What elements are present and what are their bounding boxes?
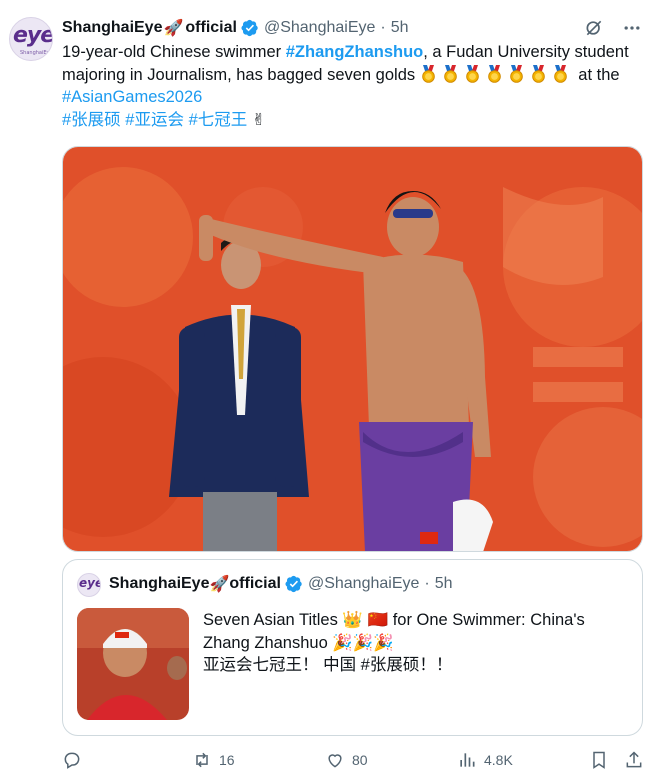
avatar-subtext: ShanghaiEye (20, 50, 53, 56)
hashtag-asian-games-cn[interactable]: #亚运会 (125, 111, 184, 129)
quoted-avatar-logo-text: eye (79, 576, 101, 590)
quoted-tweet-timestamp[interactable]: 5h (435, 575, 453, 593)
rocket-icon: 🚀 (209, 576, 230, 593)
like-button[interactable]: 80 (325, 748, 368, 772)
hashtag-asiangames2026[interactable]: #AsianGames2026 (62, 88, 202, 106)
quoted-tweet-text: Seven Asian Titles 👑 🇨🇳 for One Swimmer:… (203, 609, 623, 677)
quoted-author-handle[interactable]: @ShanghaiEye (308, 575, 419, 593)
retweet-button[interactable]: 16 (192, 748, 235, 772)
reply-button[interactable] (62, 748, 89, 772)
author-name[interactable]: ShanghaiEye (62, 19, 162, 37)
medal-icon (487, 64, 501, 83)
medal-icon (443, 64, 457, 83)
medal-icon (509, 64, 523, 83)
verified-badge-icon (241, 19, 258, 37)
view-count: 4.8K (484, 752, 513, 768)
tweet-top-actions (584, 18, 642, 38)
quoted-tweet[interactable]: eye ShanghaiEye 🚀 official @ShanghaiEye … (62, 559, 643, 736)
rocket-icon: 🚀 (163, 20, 184, 37)
author-name-suffix[interactable]: official (185, 19, 237, 37)
quoted-tweet-thumbnail[interactable] (77, 608, 189, 720)
crown-icon: 👑 (342, 611, 363, 629)
quoted-text-line2b: ！！ (419, 656, 453, 674)
more-icon[interactable] (622, 18, 642, 38)
share-button[interactable] (624, 748, 644, 772)
like-count: 80 (352, 752, 368, 768)
medal-icon (465, 64, 479, 83)
swimmer-photo (63, 147, 642, 551)
like-icon (328, 754, 342, 768)
header-separator: · (380, 19, 386, 36)
hashtag-zhangzhanshuo-cn[interactable]: #张展硕 (62, 111, 121, 129)
bookmark-icon (593, 751, 605, 769)
hashtag-zhangzhanshuo[interactable]: #ZhangZhanshuo (286, 43, 424, 61)
views-button[interactable]: 4.8K (457, 748, 513, 772)
tweet-text: 19-year-old Chinese swimmer #ZhangZhansh… (62, 41, 648, 131)
author-avatar[interactable]: eye ShanghaiEye (9, 17, 53, 61)
tweet-header: ShanghaiEye 🚀 official @ShanghaiEye · 5h (62, 17, 409, 39)
quoted-author-avatar[interactable]: eye (77, 573, 101, 597)
verified-badge-icon (285, 575, 302, 593)
retweet-icon (196, 752, 208, 768)
tweet-timestamp[interactable]: 5h (391, 19, 409, 37)
tweet-text-part1: 19-year-old Chinese swimmer (62, 43, 286, 61)
grok-icon[interactable] (584, 18, 604, 38)
party-popper-emoji: 🎉🎉🎉 (332, 633, 394, 652)
avatar-logo-text: eye (13, 23, 53, 48)
share-icon (626, 751, 642, 768)
victory-hand-emoji: ✌ (251, 110, 266, 129)
medal-icon (421, 64, 435, 83)
quoted-author-name-suffix[interactable]: official (229, 575, 281, 593)
quoted-tweet-header: ShanghaiEye 🚀 official @ShanghaiEye · 5h (109, 574, 453, 594)
quoted-hashtag-zhangzhanshuo[interactable]: #张展硕 (361, 656, 420, 674)
medal-row (420, 64, 574, 84)
quoted-text-part1: Seven Asian Titles (203, 611, 343, 629)
hashtag-seven-crowns-cn[interactable]: #七冠王 (189, 111, 248, 129)
quoted-text-line2a: 亚运会七冠王！ 中国 (203, 656, 361, 674)
quoted-author-name[interactable]: ShanghaiEye (109, 575, 209, 593)
tweet-action-bar: 16 80 4.8K (62, 748, 648, 772)
tweet-media-image[interactable] (62, 146, 643, 552)
views-icon (460, 753, 475, 767)
retweet-count: 16 (219, 752, 235, 768)
tweet-text-part3: at the (573, 65, 620, 84)
bookmark-button[interactable] (589, 748, 609, 772)
medal-icon (553, 64, 567, 83)
china-flag-icon: 🇨🇳 (367, 611, 389, 629)
swimmer-cap-photo (77, 608, 189, 720)
medal-icon (531, 64, 545, 83)
reply-icon (64, 752, 80, 769)
quoted-header-separator: · (424, 575, 430, 592)
author-handle[interactable]: @ShanghaiEye (264, 19, 375, 37)
